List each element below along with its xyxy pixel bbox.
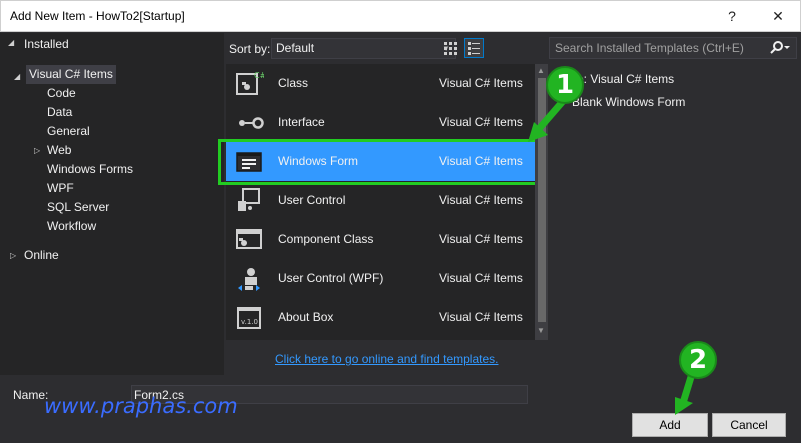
template-name: Class [278,76,309,90]
template-type: Visual C# Items [439,76,523,90]
sort-value: Default [276,41,315,55]
online-templates-link[interactable]: Click here to go online and find templat… [275,352,498,366]
selection-highlight [218,139,538,185]
grid-view-icon [444,42,457,55]
template-list: C# Class Visual C# Items Interface Visua… [226,64,535,340]
tree-item-code[interactable]: Code [47,84,76,103]
template-type: Visual C# Items [439,232,523,246]
list-view-button[interactable] [464,38,484,58]
scroll-up-icon[interactable]: ▲ [537,66,545,75]
scroll-down-icon[interactable]: ▼ [537,326,545,335]
tree-item-visual-csharp[interactable]: Visual C# Items [26,65,116,84]
details-panel: e: Visual C# Items Blank Windows Form [549,64,799,340]
sort-by-label: Sort by: [229,42,271,56]
list-item[interactable]: User Control Visual C# Items [226,181,535,220]
expanded-arrow-icon[interactable]: ◢ [14,72,20,81]
list-item[interactable]: C# Class Visual C# Items [226,64,535,103]
template-name: User Control [278,193,346,207]
component-class-icon [236,229,262,249]
class-icon: C# [236,71,264,95]
callout-badge-2: 2 [679,341,717,379]
template-name: User Control (WPF) [278,271,384,285]
template-name: Component Class [278,232,374,246]
wpf-user-control-icon [238,268,260,291]
user-control-icon [238,188,260,211]
tree-item-general[interactable]: General [47,122,90,141]
template-type: Visual C# Items [439,115,523,129]
watermark: www.praphas.com [44,394,238,418]
template-type: Visual C# Items [439,310,523,324]
search-box[interactable]: Search Installed Templates (Ctrl+E) [549,37,797,59]
collapsed-arrow-icon[interactable]: ▷ [34,146,40,155]
collapsed-arrow-icon[interactable]: ▷ [10,251,16,260]
tree-item-web[interactable]: Web [47,141,71,160]
list-item[interactable]: Component Class Visual C# Items [226,220,535,259]
details-description: Blank Windows Form [572,95,686,109]
tree-item-installed[interactable]: Installed [24,35,69,54]
small-icons-view-button[interactable] [440,38,460,58]
template-name: Interface [278,115,325,129]
search-icon[interactable] [768,40,790,56]
interface-icon [239,117,264,129]
search-input[interactable]: Search Installed Templates (Ctrl+E) [555,41,744,55]
category-tree: ◢ Installed ◢ Visual C# Items Code Data … [0,33,224,375]
tree-item-data[interactable]: Data [47,103,72,122]
list-item[interactable]: Interface Visual C# Items [226,103,535,142]
tree-item-workflow[interactable]: Workflow [47,217,96,236]
toolbar: Sort by: Default ▼ [224,33,546,63]
svg-text:v.1.0: v.1.0 [241,318,258,326]
callout-arrow-2 [675,375,695,415]
window-title: Add New Item - HowTo2[Startup] [10,9,185,23]
tree-item-sql-server[interactable]: SQL Server [47,198,109,217]
template-type: Visual C# Items [439,193,523,207]
close-button[interactable]: ✕ [763,5,793,27]
help-button[interactable]: ? [717,5,747,27]
list-item[interactable]: User Control (WPF) Visual C# Items [226,259,535,298]
svg-text:C#: C# [254,71,264,80]
tree-item-online[interactable]: Online [24,246,59,265]
tree-item-windows-forms[interactable]: Windows Forms [47,160,133,179]
callout-badge-1: 1 [546,66,584,104]
list-item[interactable]: v.1.0 About Box Visual C# Items [226,298,535,337]
cancel-button[interactable]: Cancel [712,413,786,437]
sort-dropdown[interactable]: Default ▼ [271,38,456,59]
template-name: About Box [278,310,334,324]
template-type: Visual C# Items [439,271,523,285]
title-bar: Add New Item - HowTo2[Startup] ? ✕ [0,0,801,32]
tree-item-wpf[interactable]: WPF [47,179,74,198]
list-view-icon [468,42,480,55]
details-type: e: Visual C# Items [577,72,675,86]
about-box-icon: v.1.0 [237,307,261,329]
expanded-arrow-icon[interactable]: ◢ [8,38,14,47]
